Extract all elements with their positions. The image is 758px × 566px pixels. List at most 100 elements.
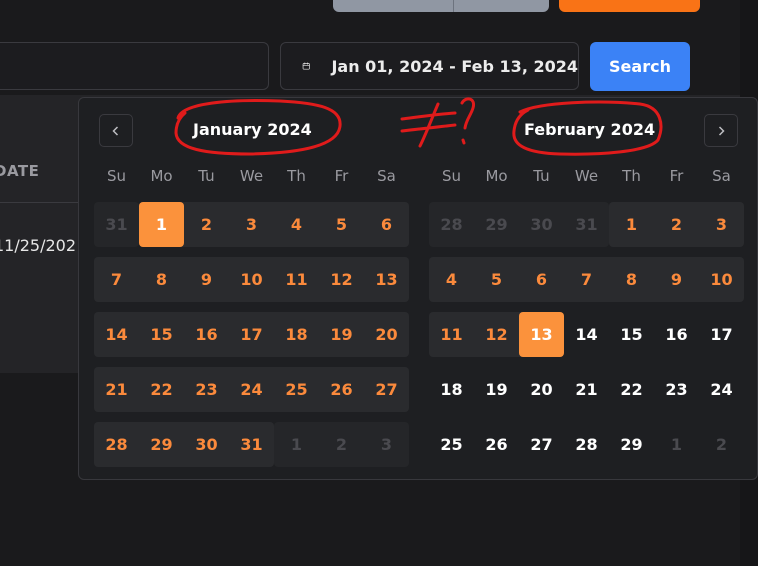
day-cell[interactable]: 27 — [364, 367, 409, 412]
day-cell[interactable]: 4 — [429, 257, 474, 302]
day-cell[interactable]: 22 — [139, 367, 184, 412]
day-cell[interactable]: 16 — [184, 312, 229, 357]
day-cell[interactable]: 15 — [139, 312, 184, 357]
weekday-label: Tu — [533, 167, 550, 185]
day-cell[interactable]: 9 — [184, 257, 229, 302]
day-cell[interactable]: 7 — [564, 257, 609, 302]
next-month-button[interactable] — [704, 114, 738, 147]
day-cell[interactable]: 6 — [519, 257, 564, 302]
day-cell[interactable]: 10 — [699, 257, 744, 302]
day-cell[interactable]: 3 — [229, 202, 274, 247]
weekday-label: Mo — [150, 167, 173, 185]
day-cell[interactable]: 28 — [429, 202, 474, 247]
search-button[interactable]: Search — [590, 42, 690, 91]
day-cell[interactable]: 5 — [319, 202, 364, 247]
top-toolbar-button-group[interactable] — [333, 0, 549, 12]
selected-day-cell[interactable]: 13 — [519, 312, 564, 357]
week-row: 4 5 6 7 8 9 10 — [429, 257, 744, 302]
top-primary-button[interactable] — [559, 0, 700, 12]
chevron-left-icon — [112, 125, 119, 136]
week-row: 31 1 2 3 4 5 6 — [94, 202, 409, 247]
day-cell[interactable]: 24 — [699, 367, 744, 412]
day-cell[interactable]: 23 — [654, 367, 699, 412]
day-cell[interactable]: 9 — [654, 257, 699, 302]
day-cell[interactable]: 29 — [609, 422, 654, 467]
day-cell[interactable]: 18 — [429, 367, 474, 412]
weekday-label: Sa — [712, 167, 731, 185]
day-cell[interactable]: 28 — [94, 422, 139, 467]
day-cell[interactable]: 19 — [474, 367, 519, 412]
day-cell[interactable]: 30 — [519, 202, 564, 247]
weekday-label: Tu — [198, 167, 215, 185]
day-cell[interactable]: 14 — [564, 312, 609, 357]
day-cell[interactable]: 26 — [319, 367, 364, 412]
day-cell[interactable]: 13 — [364, 257, 409, 302]
day-cell[interactable]: 31 — [564, 202, 609, 247]
day-cell[interactable]: 21 — [564, 367, 609, 412]
day-cell[interactable]: 10 — [229, 257, 274, 302]
week-row: 28 29 30 31 1 2 3 — [429, 202, 744, 247]
day-cell[interactable]: 1 — [274, 422, 319, 467]
search-input[interactable] — [0, 42, 269, 90]
day-cell[interactable]: 3 — [699, 202, 744, 247]
chevron-right-icon — [718, 125, 725, 136]
day-cell[interactable]: 7 — [94, 257, 139, 302]
month-title-january: January 2024 — [193, 120, 312, 139]
day-cell[interactable]: 29 — [474, 202, 519, 247]
day-cell[interactable]: 8 — [139, 257, 184, 302]
week-row: 14 15 16 17 18 19 20 — [94, 312, 409, 357]
day-cell[interactable]: 26 — [474, 422, 519, 467]
month-title-february: February 2024 — [524, 120, 656, 139]
day-cell[interactable]: 12 — [474, 312, 519, 357]
previous-month-button[interactable] — [99, 114, 133, 147]
day-cell[interactable]: 17 — [229, 312, 274, 357]
day-cell[interactable]: 17 — [699, 312, 744, 357]
day-cell[interactable]: 22 — [609, 367, 654, 412]
day-cell[interactable]: 20 — [519, 367, 564, 412]
day-cell[interactable]: 11 — [274, 257, 319, 302]
day-cell[interactable]: 25 — [429, 422, 474, 467]
day-cell[interactable]: 2 — [654, 202, 699, 247]
week-row: 25 26 27 28 29 1 2 — [429, 422, 744, 467]
day-cell[interactable]: 4 — [274, 202, 319, 247]
day-cell[interactable]: 24 — [229, 367, 274, 412]
day-cell[interactable]: 18 — [274, 312, 319, 357]
weekday-header-row: Su Mo Tu We Th Fr Sa — [429, 167, 744, 189]
day-cell[interactable]: 3 — [364, 422, 409, 467]
week-row: 28 29 30 31 1 2 3 — [94, 422, 409, 467]
day-cell[interactable]: 15 — [609, 312, 654, 357]
day-cell[interactable]: 29 — [139, 422, 184, 467]
day-cell[interactable]: 31 — [229, 422, 274, 467]
selected-day-cell[interactable]: 1 — [139, 202, 184, 247]
day-cell[interactable]: 1 — [609, 202, 654, 247]
day-cell[interactable]: 6 — [364, 202, 409, 247]
date-range-picker-field[interactable]: Jan 01, 2024 - Feb 13, 2024 — [280, 42, 579, 90]
day-cell[interactable]: 20 — [364, 312, 409, 357]
weekday-label: Mo — [485, 167, 508, 185]
weekday-label: Sa — [377, 167, 396, 185]
day-cell[interactable]: 2 — [699, 422, 744, 467]
weekday-header-row: Su Mo Tu We Th Fr Sa — [94, 167, 409, 189]
day-cell[interactable]: 14 — [94, 312, 139, 357]
column-header-date[interactable]: DATE — [0, 162, 39, 180]
day-cell[interactable]: 19 — [319, 312, 364, 357]
weekday-label: Th — [287, 167, 306, 185]
day-cell[interactable]: 23 — [184, 367, 229, 412]
day-cell[interactable]: 2 — [184, 202, 229, 247]
day-cell[interactable]: 30 — [184, 422, 229, 467]
calendar-february: Su Mo Tu We Th Fr Sa 28 29 30 31 1 2 3 4 5 6 7 8 9 10 11 12 13… — [429, 167, 744, 477]
day-cell[interactable]: 8 — [609, 257, 654, 302]
day-cell[interactable]: 12 — [319, 257, 364, 302]
day-cell[interactable]: 16 — [654, 312, 699, 357]
day-cell[interactable]: 21 — [94, 367, 139, 412]
day-cell[interactable]: 25 — [274, 367, 319, 412]
day-cell[interactable]: 2 — [319, 422, 364, 467]
day-cell[interactable]: 31 — [94, 202, 139, 247]
day-cell[interactable]: 5 — [474, 257, 519, 302]
day-cell[interactable]: 1 — [654, 422, 699, 467]
date-range-text: Jan 01, 2024 - Feb 13, 2024 — [331, 56, 578, 76]
day-cell[interactable]: 27 — [519, 422, 564, 467]
button-divider — [453, 0, 454, 12]
day-cell[interactable]: 11 — [429, 312, 474, 357]
day-cell[interactable]: 28 — [564, 422, 609, 467]
